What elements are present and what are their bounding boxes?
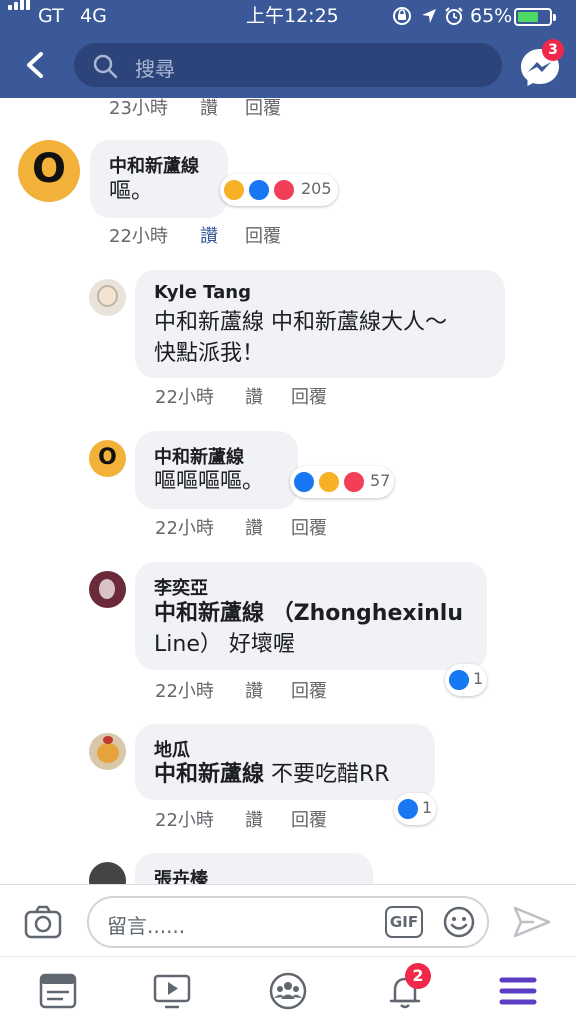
orientation-lock-icon <box>393 7 411 25</box>
reply-link[interactable]: 回覆 <box>291 514 327 540</box>
reply-link[interactable]: 回覆 <box>291 383 327 409</box>
like-link[interactable]: 讚 <box>245 806 263 832</box>
avatar-letter: O <box>98 445 117 470</box>
navigation-bar: 搜尋 3 <box>0 32 576 98</box>
reaction-summary[interactable]: 1 <box>394 793 436 825</box>
reply-link[interactable]: 回覆 <box>291 677 327 703</box>
commenter-name[interactable]: 李奕亞 <box>154 574 208 600</box>
tab-menu[interactable] <box>498 971 538 1011</box>
back-chevron-icon[interactable] <box>24 52 48 78</box>
sticker-smiley-icon[interactable] <box>442 905 476 939</box>
tab-watch[interactable] <box>152 971 192 1011</box>
comment-bubble[interactable]: 中和新蘆線 嘔。 <box>90 140 228 218</box>
alarm-clock-icon <box>445 7 463 25</box>
avatar-letter: O <box>31 146 66 192</box>
battery-percent: 65% <box>470 5 513 27</box>
gif-button[interactable]: GIF <box>385 906 423 938</box>
comment-text: 中和新蘆線 不要吃醋RR <box>154 759 390 790</box>
send-icon[interactable] <box>512 905 552 939</box>
comment-text: 嘔。 <box>109 179 154 204</box>
reaction-summary[interactable]: 1 <box>445 664 487 696</box>
reply-link[interactable]: 回覆 <box>245 98 281 120</box>
avatar[interactable] <box>89 733 126 770</box>
comment-time: 22小時 <box>109 226 168 247</box>
battery-icon <box>514 8 556 26</box>
comment-meta: 23小時 <box>109 98 168 120</box>
comment-input[interactable]: 留言...... GIF <box>87 896 489 948</box>
avatar[interactable]: O <box>18 140 80 202</box>
comments-list: 23小時 讚 回覆 O 中和新蘆線 嘔。 205 22小時 讚 回覆 Kyle … <box>0 98 576 884</box>
tab-notifications[interactable]: 2 <box>385 963 431 1011</box>
mentioned-page-link[interactable]: 中和新蘆線 <box>154 762 264 787</box>
comment-text-line: 快點派我！ <box>154 341 265 366</box>
carrier-label: GT <box>38 5 64 27</box>
reply-link[interactable]: 回覆 <box>245 222 281 248</box>
reaction-summary[interactable]: 57 <box>290 466 394 498</box>
reply-link[interactable]: 回覆 <box>291 806 327 832</box>
clock: 上午12:25 <box>246 5 339 27</box>
notifications-badge: 2 <box>405 963 431 989</box>
love-reaction-icon <box>342 470 366 494</box>
location-arrow-icon <box>422 9 436 23</box>
search-icon <box>93 54 118 79</box>
like-link[interactable]: 讚 <box>200 222 218 248</box>
avatar[interactable] <box>89 279 126 316</box>
haha-reaction-icon <box>222 178 246 202</box>
tab-groups[interactable] <box>268 971 308 1011</box>
like-reaction-icon <box>396 797 420 821</box>
like-reaction-icon <box>292 470 316 494</box>
search-placeholder: 搜尋 <box>135 57 175 81</box>
comment-text-line: Line） 好壞喔 <box>154 632 295 657</box>
search-bar[interactable]: 搜尋 <box>74 43 502 87</box>
video-play-icon <box>153 974 191 1009</box>
news-feed-icon <box>39 973 77 1009</box>
comment-bubble[interactable]: 李奕亞 中和新蘆線 （Zhonghexinlu Line） 好壞喔 <box>135 562 487 670</box>
comment-time: 22小時 <box>155 681 214 702</box>
messenger-badge: 3 <box>542 39 564 61</box>
avatar[interactable] <box>89 862 126 884</box>
comment-time: 22小時 <box>155 518 214 539</box>
comment-text-line: 中和新蘆線 中和新蘆線大人～ <box>154 310 447 335</box>
reaction-count: 57 <box>370 471 391 490</box>
groups-icon <box>269 972 307 1010</box>
network-label: 4G <box>80 5 107 27</box>
reaction-summary[interactable]: 205 <box>220 174 338 206</box>
comment-text: 嘔嘔嘔嘔。 <box>154 469 265 494</box>
mentioned-page-link[interactable]: 中和新蘆線 （Zhonghexinlu <box>154 598 463 629</box>
like-link[interactable]: 讚 <box>245 383 263 409</box>
comment-bubble[interactable]: Kyle Tang 中和新蘆線 中和新蘆線大人～ 快點派我！ <box>135 270 505 378</box>
commenter-name[interactable]: Kyle Tang <box>154 282 251 303</box>
comment-input-placeholder: 留言...... <box>107 914 186 938</box>
tab-news-feed[interactable] <box>38 971 78 1011</box>
like-reaction-icon <box>447 668 471 692</box>
comment-bubble[interactable]: 中和新蘆線 嘔嘔嘔嘔。 <box>135 431 298 509</box>
comment-composer: 留言...... GIF <box>0 884 576 956</box>
comment-bubble[interactable]: 張卉榛 <box>135 853 373 884</box>
hamburger-menu-icon <box>499 977 537 1005</box>
reaction-count: 1 <box>473 669 484 688</box>
avatar[interactable] <box>89 571 126 608</box>
camera-icon[interactable] <box>24 905 62 939</box>
comment-time: 22小時 <box>155 810 214 831</box>
like-reaction-icon <box>247 178 271 202</box>
commenter-name[interactable]: 中和新蘆線 <box>109 152 199 178</box>
comment-bubble[interactable]: 地瓜 中和新蘆線 不要吃醋RR <box>135 724 435 800</box>
reaction-count: 205 <box>301 179 332 198</box>
haha-reaction-icon <box>317 470 341 494</box>
status-bar: GT 4G 上午12:25 65% <box>0 0 576 32</box>
love-reaction-icon <box>272 178 296 202</box>
comment-time: 23小時 <box>109 98 168 119</box>
comment-time: 22小時 <box>155 387 214 408</box>
like-link[interactable]: 讚 <box>245 677 263 703</box>
commenter-name[interactable]: 張卉榛 <box>154 865 208 884</box>
messenger-button[interactable]: 3 <box>518 39 564 89</box>
comment-text-rest: 不要吃醋RR <box>271 762 390 787</box>
bottom-tab-bar: 2 <box>0 956 576 1024</box>
like-link[interactable]: 讚 <box>245 514 263 540</box>
reaction-count: 1 <box>422 798 433 817</box>
like-link[interactable]: 讚 <box>200 98 218 120</box>
avatar[interactable]: O <box>89 440 126 477</box>
